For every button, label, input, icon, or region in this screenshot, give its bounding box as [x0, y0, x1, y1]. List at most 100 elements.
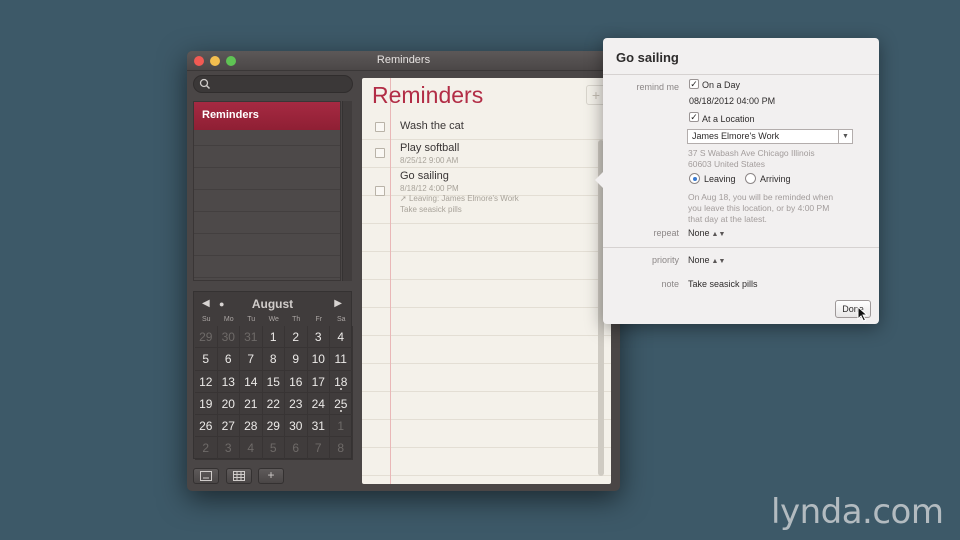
calendar-day[interactable]: 13 [217, 370, 240, 393]
calendar-day[interactable]: 1 [330, 415, 353, 438]
calendar-day[interactable]: 6 [285, 437, 308, 460]
priority-select[interactable]: None ▲▼ [688, 255, 725, 265]
calendar-day[interactable]: 31 [240, 326, 263, 349]
calendar-day[interactable]: 25 [330, 392, 353, 416]
mini-calendar: ◀ ● August ▶ Su Mo Tu We Th Fr Sa 29 30 31 1 2 3 4 5 6… [193, 291, 353, 460]
calendar-day[interactable]: 11 [330, 348, 353, 371]
calendar-day[interactable]: 22 [262, 392, 285, 416]
repeat-select[interactable]: None ▲▼ [688, 228, 725, 238]
weekday-label: Su [201, 316, 211, 323]
lists-panel: Reminders [193, 101, 341, 281]
calendar-day[interactable]: 17 [307, 370, 330, 393]
list-title: Reminders [372, 82, 484, 108]
on-a-day-label: On a Day [702, 80, 741, 90]
calendar-day[interactable]: 16 [285, 370, 308, 393]
address-line-1: 37 S Wabash Ave Chicago Illinois [688, 148, 815, 158]
weekday-label: We [268, 316, 279, 323]
window-title: Reminders [376, 54, 431, 66]
add-list-button[interactable]: + [258, 468, 284, 484]
calendar-day[interactable]: 9 [285, 348, 308, 371]
calendar-day[interactable]: 12 [195, 370, 218, 393]
calendar-month: August [251, 297, 294, 311]
calendar-day[interactable]: 7 [240, 348, 263, 371]
reminder-checkbox[interactable] [375, 148, 385, 158]
plus-icon: + [591, 87, 601, 103]
calendar-day[interactable]: 8 [330, 437, 353, 460]
sidebar-toggle-icon [200, 471, 212, 481]
stepper-icon: ▲▼ [711, 258, 726, 265]
calendar-day[interactable]: 3 [217, 437, 240, 460]
calendar-day[interactable]: 4 [240, 437, 263, 460]
info-line-2: you leave this location, or by 4:00 PM [688, 203, 830, 213]
reminder-due: 8/18/12 4:00 PM [400, 184, 459, 193]
arriving-label: Arriving [760, 174, 791, 184]
location-select[interactable]: James Elmore's Work ▼ [687, 129, 853, 144]
calendar-day[interactable]: 7 [307, 437, 330, 460]
calendar-grid: 29 30 31 1 2 3 4 5 6 7 8 9 10 11 12 13 14 15 16 17 18 19 20 21 2… [195, 326, 353, 460]
reminder-title[interactable]: Play softball [400, 142, 459, 154]
leaving-label: Leaving [704, 174, 736, 184]
calendar-day[interactable]: 1 [262, 326, 285, 349]
calendar-day[interactable]: 8 [262, 348, 285, 371]
address-line-2: 60603 United States [688, 159, 766, 169]
weekday-label: Mo [223, 316, 234, 323]
at-location-checkbox[interactable]: ✓ [689, 112, 699, 122]
priority-label: priority [651, 255, 679, 265]
on-a-day-checkbox[interactable]: ✓ [689, 79, 699, 89]
title-bar[interactable]: Reminders [187, 51, 620, 71]
calendar-day[interactable]: 21 [240, 392, 263, 416]
lists-scrollbar[interactable] [342, 101, 352, 281]
calendar-day[interactable]: 10 [307, 348, 330, 371]
popover-title[interactable]: Go sailing [616, 50, 679, 65]
divider [603, 247, 879, 248]
calendar-day[interactable]: 30 [285, 415, 308, 438]
show-sidebar-button[interactable] [193, 468, 219, 484]
weekday-label: Th [292, 316, 301, 323]
calendar-header: ◀ ● August ▶ [194, 297, 351, 313]
reminder-title[interactable]: Go sailing [400, 170, 449, 182]
calendar-day[interactable]: 15 [262, 370, 285, 393]
calendar-day[interactable]: 23 [285, 392, 308, 416]
weekday-row: Su Mo Tu We Th Fr Sa [195, 316, 353, 323]
calendar-day[interactable]: 24 [307, 392, 330, 416]
reminder-title[interactable]: Wash the cat [400, 120, 464, 132]
divider [603, 74, 879, 75]
calendar-day[interactable]: 31 [307, 415, 330, 438]
date-time-field[interactable]: 08/18/2012 04:00 PM [689, 96, 775, 106]
reminder-location: ➚ Leaving: James Elmore's Work [400, 194, 519, 203]
calendar-day[interactable]: 28 [240, 415, 263, 438]
triangle-right-icon[interactable]: ▶ [334, 298, 342, 309]
calendar-day[interactable]: 29 [195, 326, 218, 349]
note-label: note [661, 279, 679, 289]
location-arrow-icon: ➚ [400, 194, 409, 203]
at-location-label: At a Location [702, 114, 755, 124]
show-calendar-button[interactable] [226, 468, 252, 484]
calendar-day[interactable]: 4 [330, 326, 353, 349]
sidebar-item-reminders[interactable]: Reminders [194, 102, 340, 130]
calendar-day[interactable]: 5 [195, 348, 218, 371]
calendar-day[interactable]: 29 [262, 415, 285, 438]
calendar-day[interactable]: 6 [217, 348, 240, 371]
calendar-day[interactable]: 27 [217, 415, 240, 438]
search-input[interactable] [193, 75, 353, 93]
calendar-day[interactable]: 14 [240, 370, 263, 393]
calendar-day[interactable]: 5 [262, 437, 285, 460]
calendar-day[interactable]: 26 [195, 415, 218, 438]
reminder-checkbox[interactable] [375, 122, 385, 132]
calendar-day[interactable]: 2 [285, 326, 308, 349]
calendar-icon [233, 471, 245, 481]
note-field[interactable]: Take seasick pills [688, 279, 758, 289]
reminders-list-pane: Reminders + Wash the cat Play softball 8… [362, 78, 611, 484]
reminder-due: 8/25/12 9:00 AM [400, 156, 459, 165]
calendar-day[interactable]: 3 [307, 326, 330, 349]
leaving-radio[interactable] [689, 173, 700, 184]
calendar-day[interactable]: 19 [195, 392, 218, 416]
arriving-radio[interactable] [745, 173, 756, 184]
calendar-day[interactable]: 20 [217, 392, 240, 416]
plus-icon: + [267, 468, 275, 482]
calendar-day[interactable]: 18 [330, 370, 353, 393]
margin-line [390, 78, 391, 484]
reminder-checkbox[interactable] [375, 186, 385, 196]
calendar-day[interactable]: 2 [195, 437, 218, 460]
calendar-day[interactable]: 30 [217, 326, 240, 349]
